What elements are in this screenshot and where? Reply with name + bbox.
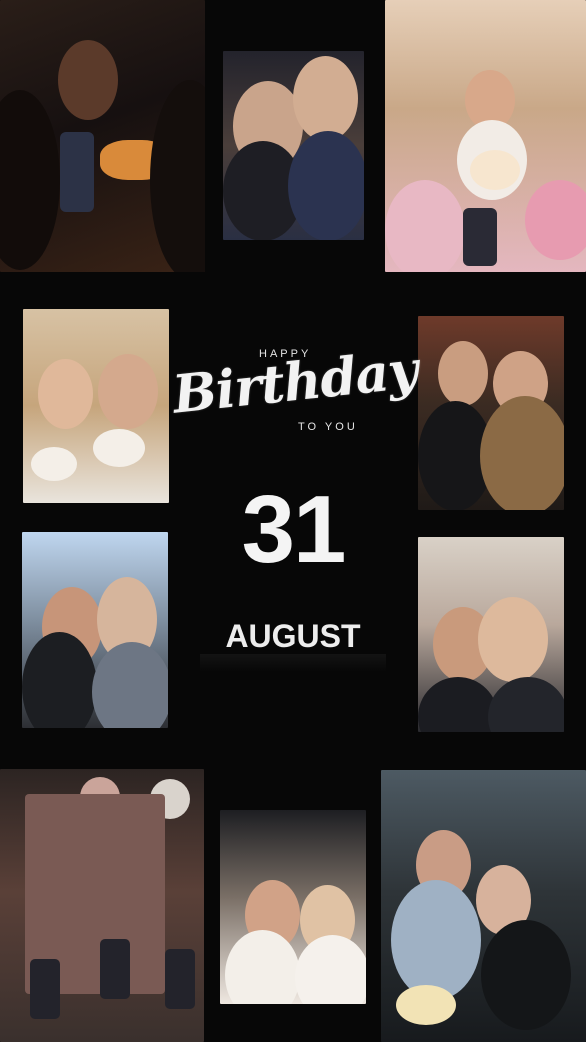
photo-tile-candles-sparkler [381, 770, 586, 1042]
photo-tile-friends-sunglasses-indoor [418, 537, 564, 732]
photo-tile-friends-leopard-print [418, 316, 564, 510]
photo-tile-birthday-cake-sparkler [0, 0, 205, 272]
to-you-label: TO YOU [298, 421, 358, 433]
month-reflection [200, 654, 386, 672]
photo-tile-birthday-party-decorations [0, 769, 204, 1042]
date-day: 31 [241, 476, 347, 583]
birthday-script-title: Birthday [169, 339, 421, 426]
photo-tile-two-friends-selfie [223, 51, 364, 240]
date-month: AUGUST [225, 618, 361, 654]
photo-tile-birthday-girl-with-cake [385, 0, 586, 272]
photo-tile-two-friends-smiling [220, 810, 366, 1004]
photo-tile-friends-with-mugs [23, 309, 169, 503]
photo-tile-friends-sunglasses-outdoor [22, 532, 168, 728]
